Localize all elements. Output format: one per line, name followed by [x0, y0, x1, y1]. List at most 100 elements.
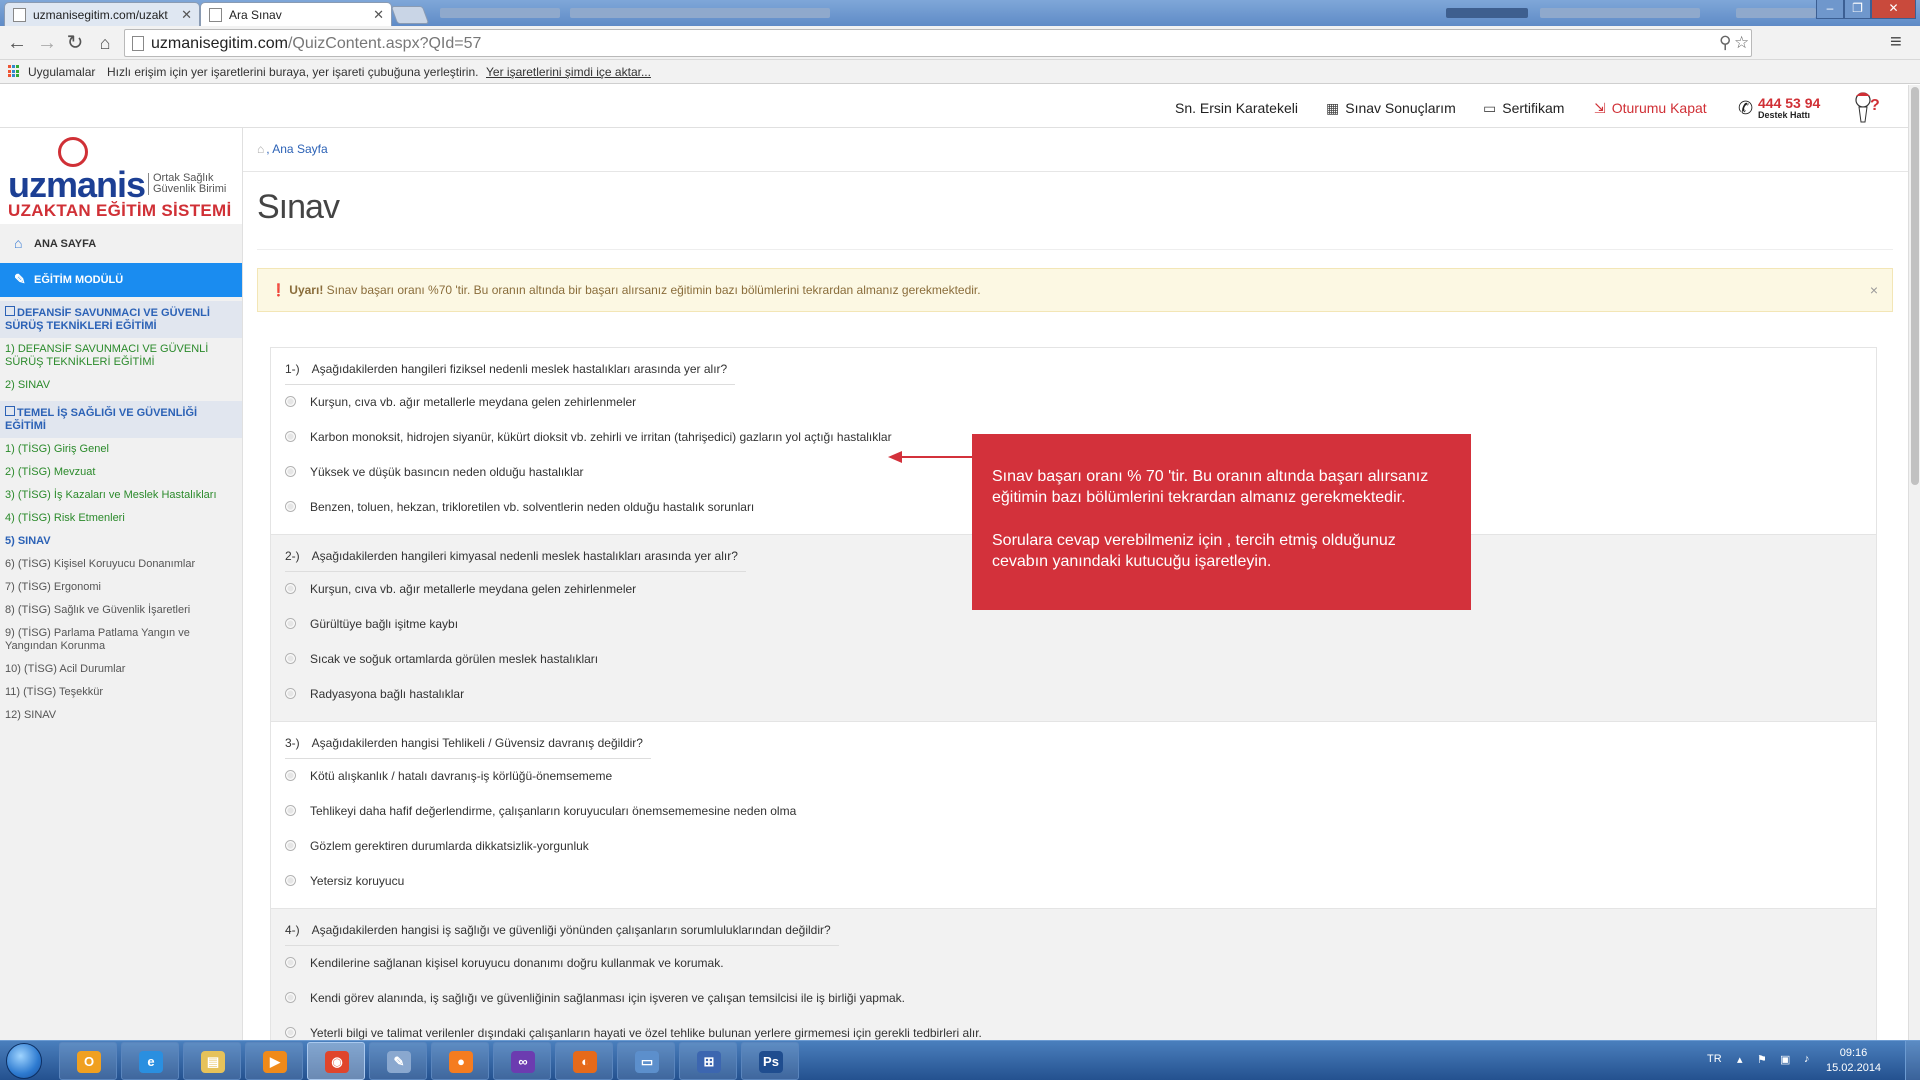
menu-icon[interactable]: ≡ [1890, 31, 1902, 54]
exam-results-link[interactable]: ▦ Sınav Sonuçlarım [1326, 100, 1456, 117]
answer-option[interactable]: Kendi görev alanında, iş sağlığı ve güve… [285, 981, 1862, 1016]
answer-label[interactable]: Gözlem gerektiren durumlarda dikkatsizli… [310, 839, 589, 853]
sidebar-section-header[interactable]: DEFANSİF SAVUNMACI VE GÜVENLİ SÜRÜŞ TEKN… [0, 301, 242, 338]
answer-radio[interactable] [285, 396, 296, 407]
close-alert-icon[interactable]: × [1870, 282, 1878, 298]
sidebar-course-item[interactable]: 10) (TİSG) Acil Durumlar [0, 658, 242, 681]
page-scrollbar[interactable] [1908, 85, 1920, 1040]
apps-link[interactable]: Uygulamalar [28, 65, 95, 79]
taskbar-firefox-button[interactable]: ◐ [555, 1042, 613, 1080]
taskbar-remote-desktop-button[interactable]: ▭ [617, 1042, 675, 1080]
language-indicator[interactable]: TR [1707, 1053, 1722, 1065]
start-button[interactable] [6, 1043, 42, 1079]
show-hidden-icons-icon[interactable]: ▴ [1737, 1053, 1743, 1066]
answer-radio[interactable] [285, 1027, 296, 1038]
network-icon[interactable]: ▣ [1780, 1053, 1790, 1066]
answer-radio[interactable] [285, 875, 296, 886]
certificate-link[interactable]: ▭ Sertifikam [1483, 100, 1564, 117]
answer-radio[interactable] [285, 840, 296, 851]
answer-radio[interactable] [285, 583, 296, 594]
sidebar-course-item[interactable]: 2) (TİSG) Mevzuat [0, 461, 242, 484]
minimize-button[interactable]: – [1816, 0, 1844, 19]
volume-icon[interactable]: ♪ [1804, 1053, 1810, 1065]
flag-icon[interactable]: ⚑ [1757, 1053, 1767, 1066]
sidebar-course-item[interactable]: 3) (TİSG) İş Kazaları ve Meslek Hastalık… [0, 484, 242, 507]
sidebar-course-item[interactable]: 7) (TİSG) Ergonomi [0, 576, 242, 599]
answer-option[interactable]: Kötü alışkanlık / hatalı davranış-iş kör… [285, 759, 1862, 794]
tab-uzmanisegitim[interactable]: uzmanisegitim.com/uzakt ✕ [4, 2, 200, 26]
answer-label[interactable]: Sıcak ve soğuk ortamlarda görülen meslek… [310, 652, 598, 666]
answer-radio[interactable] [285, 618, 296, 629]
answer-option[interactable]: Gözlem gerektiren durumlarda dikkatsizli… [285, 829, 1862, 864]
answer-radio[interactable] [285, 805, 296, 816]
search-icon[interactable]: ⚲ [1719, 33, 1731, 53]
sidebar-course-item[interactable]: 9) (TİSG) Parlama Patlama Yangın ve Yang… [0, 622, 242, 658]
sidebar-section-header[interactable]: TEMEL İŞ SAĞLIĞI VE GÜVENLİĞİ EĞİTİMİ [0, 401, 242, 438]
answer-label[interactable]: Kendi görev alanında, iş sağlığı ve güve… [310, 991, 905, 1005]
show-desktop-button[interactable] [1905, 1041, 1920, 1080]
answer-radio[interactable] [285, 466, 296, 477]
sidebar-item-training-module[interactable]: ✎ EĞİTİM MODÜLÜ [0, 263, 242, 297]
maximize-button[interactable]: ❐ [1844, 0, 1871, 19]
taskbar-tool-button[interactable]: ✎ [369, 1042, 427, 1080]
answer-option[interactable]: Kurşun, cıva vb. ağır metallerle meydana… [285, 385, 1862, 420]
sidebar-course-item[interactable]: 12) SINAV [0, 704, 242, 727]
taskbar-ie-button[interactable]: e [121, 1042, 179, 1080]
apps-icon[interactable] [8, 65, 21, 78]
answer-option[interactable]: Kendilerine sağlanan kişisel koruyucu do… [285, 946, 1862, 981]
answer-label[interactable]: Kötü alışkanlık / hatalı davranış-iş kör… [310, 769, 612, 783]
answer-label[interactable]: Yüksek ve düşük basıncın neden olduğu ha… [310, 465, 584, 479]
star-icon[interactable]: ☆ [1734, 33, 1749, 53]
taskbar-photoshop-button[interactable]: Ps [741, 1042, 799, 1080]
answer-radio[interactable] [285, 431, 296, 442]
answer-label[interactable]: Benzen, toluen, hekzan, trikloretilen vb… [310, 500, 754, 514]
sidebar-course-item[interactable]: 6) (TİSG) Kişisel Koruyucu Donanımlar [0, 553, 242, 576]
import-bookmarks-link[interactable]: Yer işaretlerini şimdi içe aktar... [486, 65, 651, 79]
tab-ara-sinav[interactable]: Ara Sınav ✕ [200, 2, 392, 26]
answer-radio[interactable] [285, 770, 296, 781]
scrollbar-thumb[interactable] [1911, 87, 1919, 485]
taskbar-app-button[interactable]: ● [431, 1042, 489, 1080]
back-icon[interactable]: ← [5, 31, 29, 55]
answer-radio[interactable] [285, 957, 296, 968]
forward-icon[interactable]: → [35, 31, 59, 55]
close-tab-icon[interactable]: ✕ [373, 7, 384, 23]
new-tab-button[interactable] [390, 6, 430, 24]
sidebar-course-item[interactable]: 5) SINAV [0, 530, 242, 553]
answer-radio[interactable] [285, 501, 296, 512]
sidebar-course-item[interactable]: 8) (TİSG) Sağlık ve Güvenlik İşaretleri [0, 599, 242, 622]
home-icon[interactable]: ⌂ [93, 31, 117, 55]
answer-label[interactable]: Tehlikeyi daha hafif değerlendirme, çalı… [310, 804, 796, 818]
address-bar[interactable]: uzmanisegitim.com/QuizContent.aspx?QId=5… [124, 29, 1752, 57]
sidebar-item-home[interactable]: ⌂ ANA SAYFA [0, 227, 242, 260]
answer-label[interactable]: Kurşun, cıva vb. ağır metallerle meydana… [310, 582, 636, 596]
answer-label[interactable]: Yetersiz koruyucu [310, 874, 404, 888]
taskbar-chrome-button[interactable]: ◉ [307, 1042, 365, 1080]
taskbar-network-button[interactable]: ⊞ [679, 1042, 737, 1080]
logout-link[interactable]: ⇲ Oturumu Kapat [1594, 100, 1707, 117]
taskbar-visual-studio-button[interactable]: ∞ [493, 1042, 551, 1080]
help-mascot-icon[interactable]: ? [1851, 90, 1881, 124]
support-line[interactable]: ✆ 444 53 94 Destek Hattı [1738, 94, 1828, 122]
answer-radio[interactable] [285, 688, 296, 699]
answer-label[interactable]: Radyasyona bağlı hastalıklar [310, 687, 464, 701]
close-tab-icon[interactable]: ✕ [181, 7, 192, 23]
answer-label[interactable]: Yeterli bilgi ve talimat verilenler dışı… [310, 1026, 982, 1040]
sidebar-course-item[interactable]: 2) SINAV [0, 374, 242, 397]
answer-label[interactable]: Kendilerine sağlanan kişisel koruyucu do… [310, 956, 724, 970]
taskbar-outlook-button[interactable]: O [59, 1042, 117, 1080]
answer-option[interactable]: Gürültüye bağlı işitme kaybı [285, 607, 1862, 642]
taskbar-media-player-button[interactable]: ▶ [245, 1042, 303, 1080]
close-window-button[interactable]: ✕ [1871, 0, 1916, 19]
answer-radio[interactable] [285, 653, 296, 664]
sidebar-course-item[interactable]: 1) DEFANSİF SAVUNMACI VE GÜVENLİ SÜRÜŞ T… [0, 338, 242, 374]
answer-option[interactable]: Tehlikeyi daha hafif değerlendirme, çalı… [285, 794, 1862, 829]
sidebar-course-item[interactable]: 4) (TİSG) Risk Etmenleri [0, 507, 242, 530]
answer-radio[interactable] [285, 992, 296, 1003]
clock[interactable]: 09:16 15.02.2014 [1826, 1046, 1881, 1076]
answer-label[interactable]: Gürültüye bağlı işitme kaybı [310, 617, 458, 631]
sidebar-course-item[interactable]: 11) (TİSG) Teşekkür [0, 681, 242, 704]
taskbar-explorer-button[interactable]: ▤ [183, 1042, 241, 1080]
answer-option[interactable]: Radyasyona bağlı hastalıklar [285, 677, 1862, 712]
answer-option[interactable]: Yeterli bilgi ve talimat verilenler dışı… [285, 1016, 1862, 1040]
